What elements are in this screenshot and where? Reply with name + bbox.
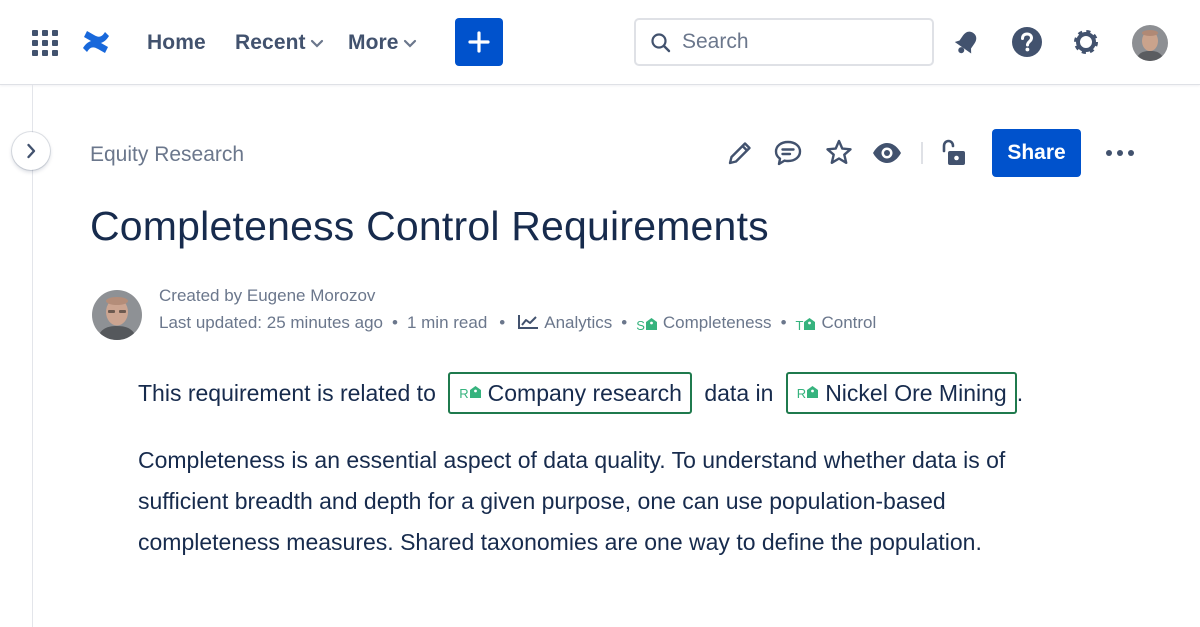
label-completeness-text: Completeness bbox=[662, 313, 772, 332]
ref-nickel-ore-mining[interactable]: R Nickel Ore Mining bbox=[785, 372, 1017, 414]
share-button[interactable]: Share bbox=[992, 129, 1081, 177]
actions-divider bbox=[921, 142, 923, 164]
chart-icon bbox=[517, 314, 539, 335]
ref-company-research[interactable]: R Company research bbox=[448, 372, 692, 414]
ref-company-research-label: Company research bbox=[487, 379, 682, 406]
nav-recent[interactable]: Recent bbox=[235, 31, 324, 55]
label-control-prefix: T bbox=[795, 318, 804, 333]
label-completeness[interactable]: S Completeness bbox=[636, 313, 771, 333]
avatar[interactable] bbox=[1132, 25, 1168, 61]
ref-nickel-ore-mining-label: Nickel Ore Mining bbox=[825, 379, 1007, 406]
label-completeness-prefix: S bbox=[636, 318, 645, 333]
read-time: 1 min read bbox=[406, 313, 488, 332]
nav-home-label: Home bbox=[147, 31, 206, 54]
search-box[interactable] bbox=[634, 18, 934, 66]
nav-more[interactable]: More bbox=[348, 31, 417, 55]
watch-icon[interactable] bbox=[871, 137, 903, 169]
label-control-text: Control bbox=[821, 313, 877, 332]
tag-icon: R bbox=[797, 385, 819, 401]
body-paragraph-2: Completeness is an essential aspect of d… bbox=[138, 447, 1006, 555]
edit-icon[interactable] bbox=[724, 137, 756, 169]
star-icon[interactable] bbox=[823, 137, 855, 169]
unlock-icon[interactable] bbox=[938, 137, 970, 169]
last-updated[interactable]: Last updated: 25 minutes ago bbox=[159, 313, 383, 333]
notification-icon[interactable] bbox=[951, 26, 983, 58]
expand-sidebar-button[interactable] bbox=[12, 132, 50, 170]
nav-home[interactable]: Home bbox=[147, 31, 206, 55]
label-analytics[interactable]: Analytics bbox=[517, 313, 612, 335]
chevron-right-icon bbox=[27, 143, 36, 159]
chevron-down-icon bbox=[310, 31, 324, 55]
create-button[interactable] bbox=[455, 18, 503, 66]
label-analytics-text: Analytics bbox=[544, 313, 613, 332]
tag-icon: T bbox=[796, 317, 817, 333]
page-metadata: Last updated: 25 minutes ago • 1 min read •… bbox=[159, 313, 877, 335]
help-icon[interactable] bbox=[1011, 26, 1043, 58]
paragraph-text: . bbox=[1016, 380, 1024, 407]
comment-icon[interactable] bbox=[772, 137, 804, 169]
app-switcher-icon[interactable] bbox=[32, 30, 58, 56]
confluence-logo[interactable] bbox=[80, 26, 112, 58]
paragraph-text: data in bbox=[704, 380, 774, 407]
breadcrumb[interactable]: Equity Research bbox=[90, 143, 244, 167]
plus-icon bbox=[468, 31, 490, 53]
page-title: Completeness Control Requirements bbox=[90, 203, 769, 249]
tag-icon: S bbox=[636, 317, 658, 333]
created-by[interactable]: Created by Eugene Morozov bbox=[159, 286, 375, 306]
nav-recent-label: Recent bbox=[235, 31, 306, 54]
paragraph-text: This requirement is related to bbox=[138, 380, 436, 407]
settings-icon[interactable] bbox=[1070, 26, 1102, 58]
more-icon[interactable] bbox=[1104, 140, 1136, 166]
author-avatar[interactable] bbox=[92, 290, 142, 340]
top-navigation: Home Recent More bbox=[0, 0, 1200, 85]
tag-icon: R bbox=[459, 385, 481, 401]
chevron-down-icon bbox=[403, 31, 417, 55]
search-input[interactable] bbox=[682, 29, 922, 55]
label-control[interactable]: T Control bbox=[796, 313, 877, 333]
search-icon bbox=[650, 32, 672, 59]
body-paragraph-1: This requirement is related to R Company … bbox=[138, 372, 1024, 416]
ref-prefix: R bbox=[796, 386, 807, 401]
ref-prefix: R bbox=[459, 386, 469, 401]
nav-more-label: More bbox=[348, 31, 399, 54]
